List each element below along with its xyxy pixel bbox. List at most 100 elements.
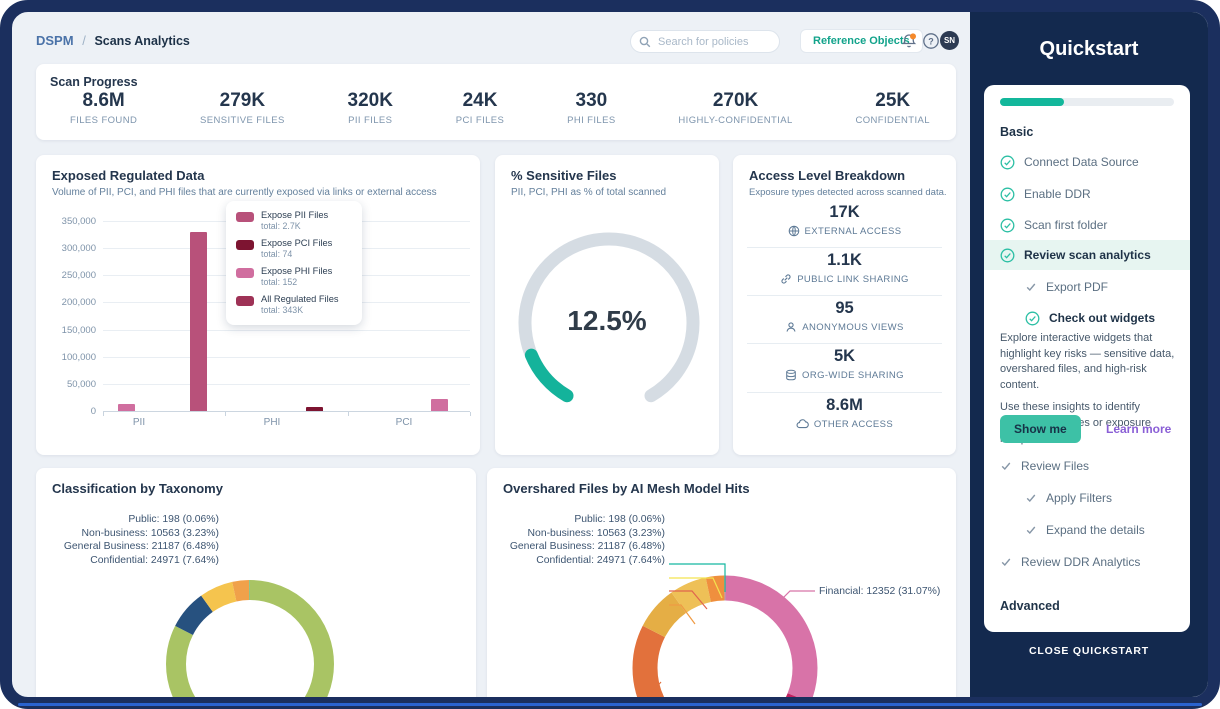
access-row: 1.1K PUBLIC LINK SHARING — [745, 251, 944, 285]
stat-pci-files: 24KPCI FILES — [456, 90, 504, 126]
check-icon — [1000, 460, 1012, 472]
help-button[interactable]: ? — [921, 32, 940, 51]
quickstart-panel: Quickstart Basic Connect Data Source Ena… — [970, 12, 1208, 697]
bar — [306, 407, 323, 411]
quickstart-progress-fill — [1000, 98, 1064, 106]
check-icon — [1000, 556, 1012, 568]
learn-more-link[interactable]: Learn more — [1106, 422, 1171, 436]
y-tick: 0 — [40, 406, 96, 417]
donut-label: Public: 198 (0.06%) Non-business: 10563 … — [64, 513, 219, 567]
quickstart-progress — [1000, 98, 1174, 106]
y-tick: 300,000 — [40, 243, 96, 254]
x-label: PCI — [396, 417, 413, 428]
scan-progress-card: Scan Progress 8.6MFILES FOUND 279KSENSIT… — [36, 64, 956, 140]
check-circle-icon — [1000, 187, 1015, 202]
legend-swatch — [236, 296, 254, 306]
check-circle-icon — [1000, 218, 1015, 233]
avatar[interactable]: SN — [940, 31, 959, 50]
access-row: 95 ANONYMOUS VIEWS — [745, 299, 944, 333]
legend-item: Expose PCI Filestotal: 74 — [236, 238, 352, 259]
y-tick: 200,000 — [40, 297, 96, 308]
close-quickstart-button[interactable]: CLOSE QUICKSTART — [970, 645, 1208, 657]
search-icon — [639, 36, 651, 48]
svg-text:?: ? — [928, 36, 934, 46]
sensitive-files-gauge-card: % Sensitive Files PII, PCI, PHI as % of … — [495, 155, 719, 455]
breadcrumb-root-link[interactable]: DSPM — [36, 33, 74, 48]
stat-files-found: 8.6MFILES FOUND — [70, 90, 137, 126]
scan-progress-stats: 8.6MFILES FOUND 279KSENSITIVE FILES 320K… — [70, 90, 930, 126]
stat-phi-files: 330PHI FILES — [567, 90, 615, 126]
legend-item: All Regulated Filestotal: 343K — [236, 294, 352, 315]
stat-highly-confidential: 270KHIGHLY-CONFIDENTIAL — [678, 90, 792, 126]
card-title: Classification by Taxonomy — [52, 481, 223, 496]
check-circle-icon — [1025, 311, 1040, 326]
check-icon — [1025, 492, 1037, 504]
page-title: Scans Analytics — [94, 34, 189, 48]
legend-item: Expose PHI Filestotal: 152 — [236, 266, 352, 287]
quickstart-title: Quickstart — [970, 38, 1208, 61]
y-tick: 100,000 — [40, 352, 96, 363]
overshared-files-card: Overshared Files by AI Mesh Model Hits P… — [487, 468, 956, 709]
y-tick: 250,000 — [40, 270, 96, 281]
bar — [190, 232, 207, 411]
bar — [118, 404, 135, 411]
globe-icon — [788, 225, 800, 237]
scan-progress-title: Scan Progress — [50, 75, 138, 89]
card-title: Exposed Regulated Data — [52, 168, 204, 183]
exposed-regulated-data-card: Exposed Regulated Data Volume of PII, PC… — [36, 155, 480, 455]
chart-legend-tooltip: Expose PII Filestotal: 2.7K Expose PCI F… — [226, 201, 362, 325]
link-icon — [780, 273, 792, 285]
step-review-ddr-analytics[interactable]: Review DDR Analytics — [984, 547, 1190, 577]
cloud-icon — [796, 418, 809, 430]
notifications-button[interactable] — [899, 32, 918, 51]
step-apply-filters[interactable]: Apply Filters — [984, 483, 1190, 513]
donut-label-financial: Financial: 12352 (31.07%) — [819, 585, 940, 599]
help-icon: ? — [922, 38, 940, 53]
legend-swatch — [236, 212, 254, 222]
step-scan-first-folder[interactable]: Scan first folder — [984, 210, 1190, 240]
frame-bottom-accent — [18, 703, 1202, 706]
stat-pii-files: 320KPII FILES — [348, 90, 393, 126]
x-label: PHI — [264, 417, 281, 428]
step-expand-the-details[interactable]: Expand the details — [984, 515, 1190, 545]
legend-item: Expose PII Filestotal: 2.7K — [236, 210, 352, 231]
y-tick: 350,000 — [40, 216, 96, 227]
check-icon — [1025, 524, 1037, 536]
legend-swatch — [236, 240, 254, 250]
database-icon — [785, 369, 797, 381]
step-export-pdf[interactable]: Export PDF — [984, 272, 1190, 302]
gauge-value: 12.5% — [495, 305, 719, 337]
breadcrumb-separator: / — [82, 33, 86, 48]
y-tick: 50,000 — [40, 379, 96, 390]
app-window: DSPM / Scans Analytics Reference Objects… — [0, 0, 1220, 709]
donut-label: Public: 198 (0.06%) Non-business: 10563 … — [510, 513, 665, 567]
access-row: 8.6M OTHER ACCESS — [745, 396, 944, 430]
step-review-scan-analytics[interactable]: Review scan analytics — [984, 240, 1190, 270]
gauge-fill — [531, 355, 567, 396]
quickstart-section-basic: Basic — [1000, 125, 1033, 139]
check-circle-icon — [1000, 155, 1015, 170]
person-icon — [785, 321, 797, 333]
search-box[interactable] — [630, 30, 780, 53]
bell-icon — [900, 38, 918, 53]
step-connect-data-source[interactable]: Connect Data Source — [984, 147, 1190, 177]
classification-taxonomy-card: Classification by Taxonomy Public: 198 (… — [36, 468, 476, 709]
card-subtitle: Exposure types detected across scanned d… — [749, 187, 947, 198]
step-enable-ddr[interactable]: Enable DDR — [984, 179, 1190, 209]
access-row: 5K ORG-WIDE SHARING — [745, 347, 944, 381]
card-title: Access Level Breakdown — [749, 168, 905, 183]
search-input[interactable] — [656, 35, 771, 49]
card-subtitle: Volume of PII, PCI, and PHI files that a… — [52, 187, 437, 198]
quickstart-card: Basic Connect Data Source Enable DDR Sca… — [984, 85, 1190, 632]
access-row: 17K EXTERNAL ACCESS — [745, 203, 944, 237]
access-level-breakdown-card: Access Level Breakdown Exposure types de… — [733, 155, 956, 455]
stat-confidential: 25KCONFIDENTIAL — [855, 90, 929, 126]
breadcrumb: DSPM / Scans Analytics — [36, 33, 190, 48]
y-tick: 150,000 — [40, 325, 96, 336]
step-review-files[interactable]: Review Files — [984, 451, 1190, 481]
step-check-out-widgets[interactable]: Check out widgets — [984, 303, 1190, 333]
show-me-button[interactable]: Show me — [1000, 415, 1081, 443]
legend-swatch — [236, 268, 254, 278]
check-circle-icon — [1000, 248, 1015, 263]
check-icon — [1025, 281, 1037, 293]
